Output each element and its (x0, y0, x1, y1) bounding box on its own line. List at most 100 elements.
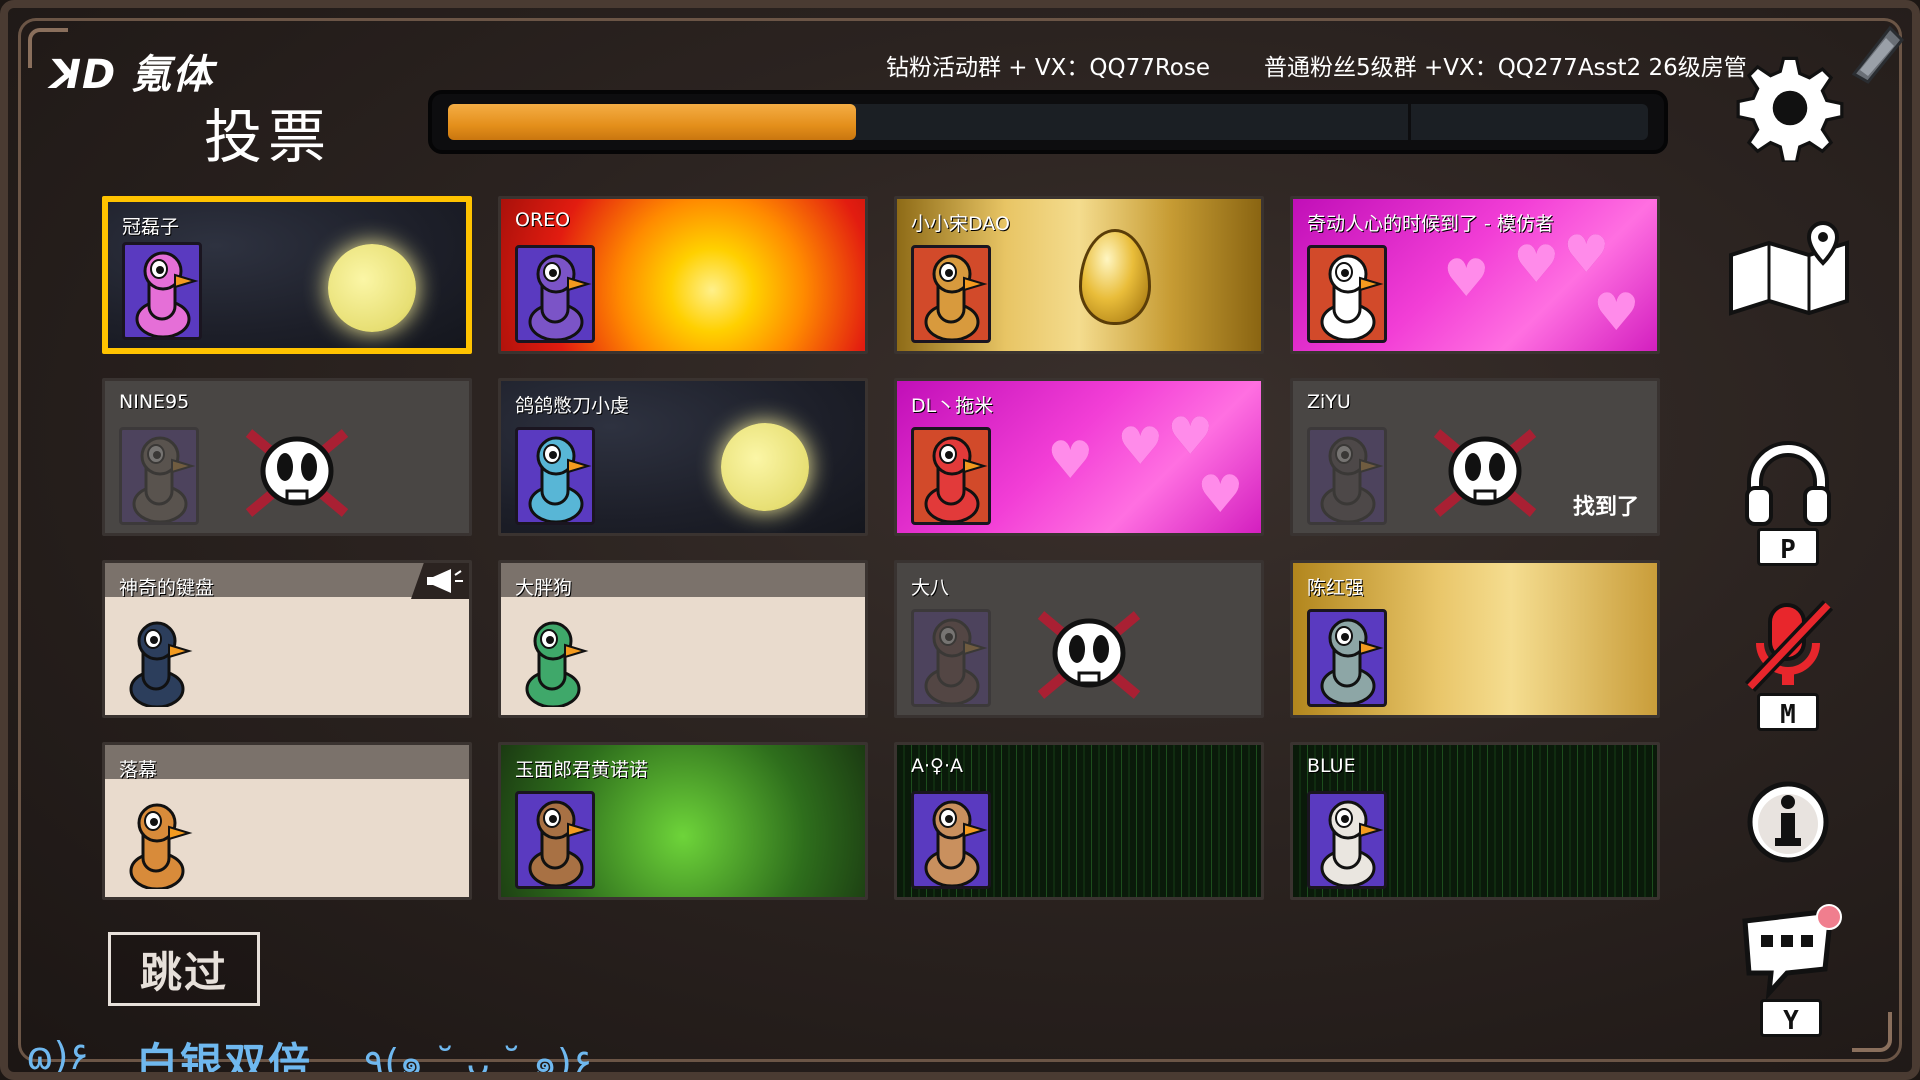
heart-decoration: ♥ (1593, 283, 1640, 343)
player-vote-card[interactable]: 神奇的键盘 (102, 560, 472, 718)
frame-corner-ornament (1852, 1012, 1892, 1052)
heart-decoration: ♥ (1197, 465, 1244, 525)
goose-avatar-icon (1320, 800, 1384, 886)
player-portrait (515, 245, 595, 343)
player-name: OREO (515, 209, 571, 231)
heart-decoration: ♥ (1563, 225, 1610, 285)
goose-avatar-icon (525, 621, 589, 707)
player-name: 大胖狗 (515, 577, 573, 599)
player-portrait (911, 791, 991, 889)
heart-decoration: ♥ (1513, 235, 1560, 295)
goose-avatar-icon (528, 800, 592, 886)
player-vote-card[interactable]: BLUE (1290, 742, 1660, 900)
goose-avatar-icon (1320, 254, 1384, 340)
info-icon (1747, 781, 1829, 863)
player-vote-card[interactable]: A·♀·A (894, 742, 1264, 900)
dead-skull-icon (1433, 429, 1537, 517)
player-portrait (119, 427, 199, 525)
vote-timer-bar (428, 90, 1668, 154)
player-portrait (515, 791, 595, 889)
player-vote-card[interactable]: OREO (498, 196, 868, 354)
player-vote-card[interactable]: 落幕 (102, 742, 472, 900)
player-portrait (119, 791, 199, 889)
player-portrait (1307, 427, 1387, 525)
emote-text: ٩(๑ ˘ ᴗ ˘ ๑)۶ (364, 1041, 593, 1080)
player-vote-card[interactable]: NINE95 (102, 378, 472, 536)
player-name: A·♀·A (911, 755, 963, 777)
heart-decoration: ♥ (1443, 249, 1490, 309)
found-label: 找到了 (1572, 495, 1639, 520)
player-name: 小小宋DAO (911, 213, 1010, 235)
player-portrait (515, 427, 595, 525)
player-vote-card[interactable]: 陈红强 (1290, 560, 1660, 718)
player-name: 大八 (911, 577, 950, 599)
page-title: 投票 (204, 103, 333, 171)
goose-avatar-icon (129, 621, 193, 707)
golden-egg-decoration (1079, 229, 1151, 325)
player-vote-grid: 冠磊子 OREO 小小宋DAO ♥ ♥ ♥ ♥ 奇动人心的时候到了 - 模仿者 NINE95 鸽鸽… (102, 196, 1662, 900)
player-portrait (911, 609, 991, 707)
back-arrow-icon[interactable] (1840, 20, 1910, 90)
player-vote-card[interactable]: 小小宋DAO (894, 196, 1264, 354)
goose-avatar-icon (1320, 436, 1384, 522)
heart-decoration: ♥ (1047, 431, 1094, 491)
player-vote-card[interactable]: 大胖狗 (498, 560, 868, 718)
app-logo: ꓘD 氪体 (50, 52, 214, 98)
goose-avatar-icon (528, 436, 592, 522)
chat-button[interactable]: Y (1736, 900, 1846, 1040)
player-name: 神奇的键盘 (119, 577, 215, 599)
vote-timer-fill (448, 104, 856, 140)
player-portrait (515, 609, 595, 707)
player-vote-card[interactable]: 大八 (894, 560, 1264, 718)
emote-text: ɷ)۶ (26, 1034, 89, 1078)
dead-skull-icon (1037, 611, 1141, 699)
player-name: 玉面郎君黄诺诺 (515, 759, 649, 781)
player-vote-card[interactable]: 鸽鸽憋刀小虔 (498, 378, 868, 536)
game-frame: ꓘD 氪体 投票 钻粉活动群 + VX：QQ77Rose 普通粉丝5级群 +VX… (0, 0, 1920, 1080)
player-vote-card[interactable]: ZiYU 找到了 (1290, 378, 1660, 536)
player-name: DL丶拖米 (911, 395, 994, 417)
player-vote-card[interactable]: ♥ ♥ ♥ ♥ 奇动人心的时候到了 - 模仿者 (1290, 196, 1660, 354)
skip-vote-button[interactable]: 跳过 (108, 932, 260, 1006)
goose-avatar-icon (924, 436, 988, 522)
map-icon (1729, 220, 1849, 316)
card-header-strip (105, 745, 469, 779)
player-portrait (911, 245, 991, 343)
dead-skull-icon (245, 429, 349, 517)
vote-timer-track (448, 104, 1648, 140)
player-name: 鸽鸽憋刀小虔 (515, 395, 630, 417)
goose-avatar-icon (924, 254, 988, 340)
heart-decoration: ♥ (1167, 407, 1214, 467)
headphones-icon (1745, 441, 1831, 526)
goose-avatar-icon (528, 254, 592, 340)
player-name: BLUE (1307, 755, 1356, 777)
mic-muted-icon (1744, 600, 1834, 692)
goose-avatar-icon (924, 800, 988, 886)
player-name: ZiYU (1307, 391, 1351, 413)
player-portrait (122, 242, 202, 340)
group-info-text: 钻粉活动群 + VX：QQ77Rose (886, 55, 1211, 81)
vote-timer-divider (1408, 104, 1411, 140)
map-button[interactable] (1724, 216, 1856, 326)
mic-keybind: M (1757, 693, 1819, 731)
goose-avatar-icon (135, 251, 199, 337)
player-vote-card[interactable]: 玉面郎君黄诺诺 (498, 742, 868, 900)
info-button[interactable] (1746, 780, 1830, 864)
chat-icon (1742, 904, 1842, 999)
player-portrait (911, 427, 991, 525)
chat-keybind: Y (1760, 999, 1822, 1037)
gear-icon (1736, 56, 1844, 162)
player-name: 冠磊子 (122, 216, 180, 238)
player-vote-card[interactable]: 冠磊子 (102, 196, 472, 354)
player-name: 奇动人心的时候到了 - 模仿者 (1307, 213, 1554, 235)
moon-decoration (721, 423, 809, 511)
voice-chat-button[interactable]: P (1738, 432, 1838, 572)
voice-keybind: P (1757, 528, 1819, 566)
settings-button[interactable] (1734, 52, 1846, 164)
goose-avatar-icon (924, 618, 988, 704)
mic-toggle-button[interactable]: M (1738, 592, 1838, 736)
player-portrait (1307, 609, 1387, 707)
moon-decoration (328, 244, 416, 332)
player-portrait (1307, 245, 1387, 343)
player-vote-card[interactable]: ♥ ♥ ♥ ♥ DL丶拖米 (894, 378, 1264, 536)
